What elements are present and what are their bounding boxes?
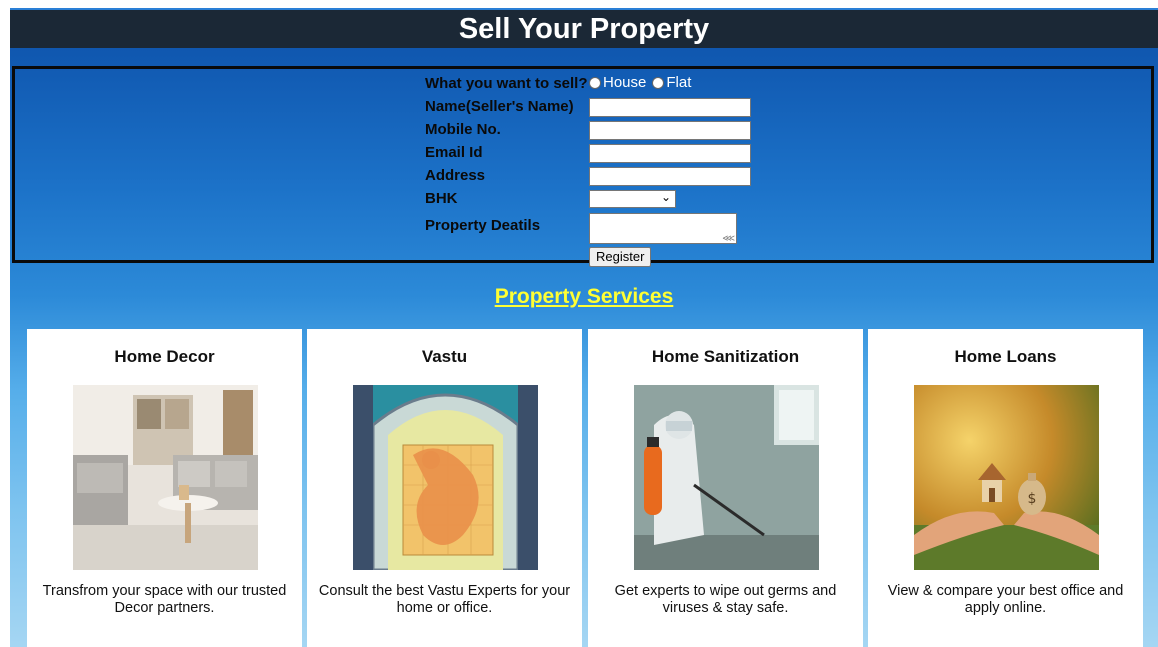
- card-title: Home Decor: [114, 347, 215, 366]
- email-input[interactable]: [589, 144, 751, 163]
- mobile-label: Mobile No.: [425, 121, 501, 138]
- register-button[interactable]: Register: [589, 247, 652, 267]
- card-description: Consult the best Vastu Experts for your …: [318, 583, 571, 616]
- resize-grip-icon[interactable]: ⋘: [722, 234, 735, 243]
- page-header: Sell Your Property: [10, 10, 1158, 48]
- address-input[interactable]: [589, 167, 751, 186]
- page-frame: Sell Your Property What you want to sell…: [10, 8, 1158, 647]
- bhk-select[interactable]: ⌄: [589, 190, 676, 208]
- card-description: Get experts to wipe out germs and viruse…: [614, 583, 837, 616]
- home-loan-image: $: [914, 385, 1099, 570]
- flat-radio-label[interactable]: Flat: [666, 74, 691, 91]
- service-card-vastu: Vastu Consult the best Vastu Experts for…: [307, 329, 582, 647]
- service-card-home-decor: Home Decor Transfrom your space with our…: [27, 329, 302, 647]
- house-radio[interactable]: [589, 76, 601, 89]
- email-label: Email Id: [425, 144, 483, 161]
- sell-type-options: House Flat: [589, 74, 691, 91]
- flat-radio[interactable]: [652, 76, 665, 89]
- name-input[interactable]: [589, 98, 751, 117]
- vastu-image: [353, 385, 538, 570]
- bhk-row: BHK ⌄: [425, 190, 676, 208]
- house-radio-label[interactable]: House: [603, 74, 646, 91]
- details-row: Property Deatils ⋘: [425, 213, 737, 244]
- details-textarea[interactable]: ⋘: [589, 213, 737, 244]
- name-label: Name(Seller's Name): [425, 98, 574, 115]
- card-description: Transfrom your space with our trusted De…: [42, 583, 287, 616]
- services-title[interactable]: Property Services: [10, 285, 1158, 309]
- mobile-input[interactable]: [589, 121, 751, 140]
- details-label: Property Deatils: [425, 217, 541, 234]
- svg-text:$: $: [1028, 491, 1037, 507]
- chevron-down-icon: ⌄: [660, 190, 671, 204]
- sell-type-label: What you want to sell?: [425, 75, 588, 92]
- address-label: Address: [425, 167, 486, 184]
- card-title: Vastu: [421, 347, 468, 366]
- card-title: Home Loans: [954, 347, 1057, 366]
- card-description: View & compare your best office and appl…: [887, 583, 1124, 616]
- page-title: Sell Your Property: [458, 13, 710, 45]
- sell-form: What you want to sell? House Flat Name(S…: [12, 66, 1154, 267]
- bhk-label: BHK: [425, 190, 458, 207]
- service-card-home-sanitization: Home Sanitization Get experts to wipe ou…: [588, 329, 863, 647]
- card-title: Home Sanitization: [651, 347, 800, 366]
- service-card-home-loans: Home Loans $ View & compare your best of…: [868, 329, 1143, 647]
- sanitization-image: [634, 385, 819, 570]
- living-room-image: [73, 385, 258, 570]
